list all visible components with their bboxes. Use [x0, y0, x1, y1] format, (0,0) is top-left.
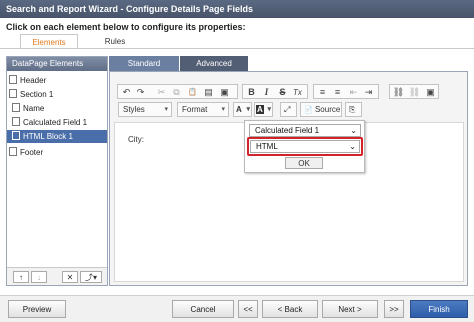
source-icon: 📄 — [304, 107, 313, 114]
indent-icon[interactable]: ⇥ — [362, 86, 375, 99]
paste-icon[interactable]: 📋 — [186, 86, 199, 99]
font-color-icon: A — [236, 105, 242, 114]
back-button[interactable]: < Back — [262, 300, 318, 318]
preview-button[interactable]: Preview — [8, 300, 66, 318]
maximize-icon: ⤢ — [284, 105, 291, 114]
field-icon — [12, 103, 20, 112]
font-color-button[interactable]: A ▾ — [233, 102, 252, 117]
paste-text-icon[interactable]: ▤ — [202, 86, 215, 99]
editor-toolbar-row-1: ↶ ↷ ✂ ⧉ 📋 ▤ ▣ B I S Tx ≡ ≡ ⇤ ⇥ ⛓ ⛓ ▣ — [117, 84, 439, 99]
tab-divider — [0, 48, 474, 49]
bold-icon[interactable]: B — [245, 86, 258, 99]
delete-button[interactable]: ✕ — [62, 271, 78, 283]
italic-icon[interactable]: I — [260, 86, 273, 99]
strikethrough-icon[interactable]: S — [276, 86, 289, 99]
links-group: ⛓ ⛓ ▣ — [389, 84, 439, 99]
bulleted-list-icon[interactable]: ≡ — [331, 86, 344, 99]
move-down-button[interactable]: ↓ — [31, 271, 47, 283]
paragraph-group: ≡ ≡ ⇤ ⇥ — [313, 84, 379, 99]
format-dropdown[interactable]: Format ▾ — [177, 102, 229, 117]
source-button[interactable]: 📄 Source — [300, 102, 342, 117]
tree-item-html-block-1[interactable]: HTML Block 1 — [7, 130, 107, 143]
image-icon[interactable]: ▣ — [424, 86, 437, 99]
tree-item-name[interactable]: Name — [9, 102, 105, 115]
html-block-icon — [12, 131, 20, 140]
chevron-down-icon: ▾ — [221, 106, 225, 113]
clipboard-group: ↶ ↷ ✂ ⧉ 📋 ▤ ▣ — [117, 84, 238, 99]
wizard-footer: Preview Cancel << < Back Next > >> Finis… — [0, 295, 474, 322]
elements-panel-header: DataPage Elements — [7, 57, 107, 71]
tab-elements[interactable]: Elements — [20, 34, 78, 49]
tree-item-footer[interactable]: Footer — [9, 146, 105, 159]
tab-advanced[interactable]: Advanced — [180, 56, 248, 71]
cancel-button[interactable]: Cancel — [172, 300, 234, 318]
paste-word-icon[interactable]: ▣ — [218, 86, 231, 99]
source-label: Source — [314, 105, 341, 114]
copy-icon[interactable]: ⧉ — [170, 86, 183, 99]
editor-content-text: City: — [128, 135, 144, 144]
tree-item-label: Footer — [20, 148, 44, 157]
highlight-box — [247, 137, 363, 156]
tab-rules[interactable]: Rules — [90, 34, 140, 49]
window-title: Search and Report Wizard - Configure Det… — [0, 0, 474, 18]
tree-item-header[interactable]: Header — [9, 74, 105, 87]
redo-icon[interactable]: ↷ — [134, 86, 147, 99]
background-color-button[interactable]: A ▾ — [254, 102, 273, 117]
basic-styles-group: B I S Tx — [242, 84, 308, 99]
move-up-button[interactable]: ↑ — [13, 271, 29, 283]
tree-item-label: Section 1 — [20, 90, 54, 99]
unlink-icon[interactable]: ⛓ — [408, 86, 421, 99]
numbered-list-icon[interactable]: ≡ — [316, 86, 329, 99]
calculated-field-icon — [12, 117, 20, 126]
chevron-down-icon: ⌄ — [350, 126, 357, 135]
section-icon — [9, 89, 17, 98]
maximize-button[interactable]: ⤢ — [280, 102, 297, 117]
tree-item-section-1[interactable]: Section 1 — [9, 88, 105, 101]
next-button[interactable]: Next > — [322, 300, 378, 318]
page-section-icon — [9, 147, 17, 156]
ok-button[interactable]: OK — [285, 157, 323, 169]
templates-button[interactable]: ⎘ — [345, 102, 362, 117]
link-icon[interactable]: ⛓ — [392, 86, 405, 99]
cut-icon[interactable]: ✂ — [155, 86, 168, 99]
field-select[interactable]: Calculated Field 1 ⌄ — [249, 124, 361, 137]
format-label: Format — [182, 105, 208, 114]
tree-item-calculated-field-1[interactable]: Calculated Field 1 — [9, 116, 105, 129]
page-section-icon — [9, 75, 17, 84]
remove-format-icon[interactable]: Tx — [291, 86, 304, 99]
chevron-down-icon: ▾ — [246, 106, 250, 113]
insert-element-button[interactable]: ⤴▾ — [80, 271, 102, 283]
elements-toolbar: ↑ ↓ ✕ ⤴▾ — [7, 267, 107, 285]
tree-item-label: Header — [20, 76, 47, 85]
styles-dropdown[interactable]: Styles ▾ — [118, 102, 172, 117]
templates-icon: ⎘ — [349, 105, 356, 114]
tree-item-label: HTML Block 1 — [23, 132, 73, 141]
undo-icon[interactable]: ↶ — [120, 86, 133, 99]
background-color-icon: A — [256, 105, 264, 114]
finish-button[interactable]: Finish — [410, 300, 468, 318]
tab-standard[interactable]: Standard — [109, 56, 179, 71]
first-page-button[interactable]: << — [238, 300, 258, 318]
instruction-text: Click on each element below to configure… — [6, 22, 246, 32]
elements-panel: DataPage Elements Header Section 1 Name … — [6, 56, 108, 286]
chevron-down-icon: ▾ — [164, 106, 168, 113]
tree-item-label: Calculated Field 1 — [23, 118, 88, 127]
tree-item-label: Name — [23, 104, 45, 113]
styles-label: Styles — [123, 105, 145, 114]
outdent-icon[interactable]: ⇤ — [347, 86, 360, 99]
field-select-value: Calculated Field 1 — [255, 126, 320, 135]
last-page-button[interactable]: >> — [384, 300, 404, 318]
chevron-down-icon: ▾ — [267, 106, 271, 113]
